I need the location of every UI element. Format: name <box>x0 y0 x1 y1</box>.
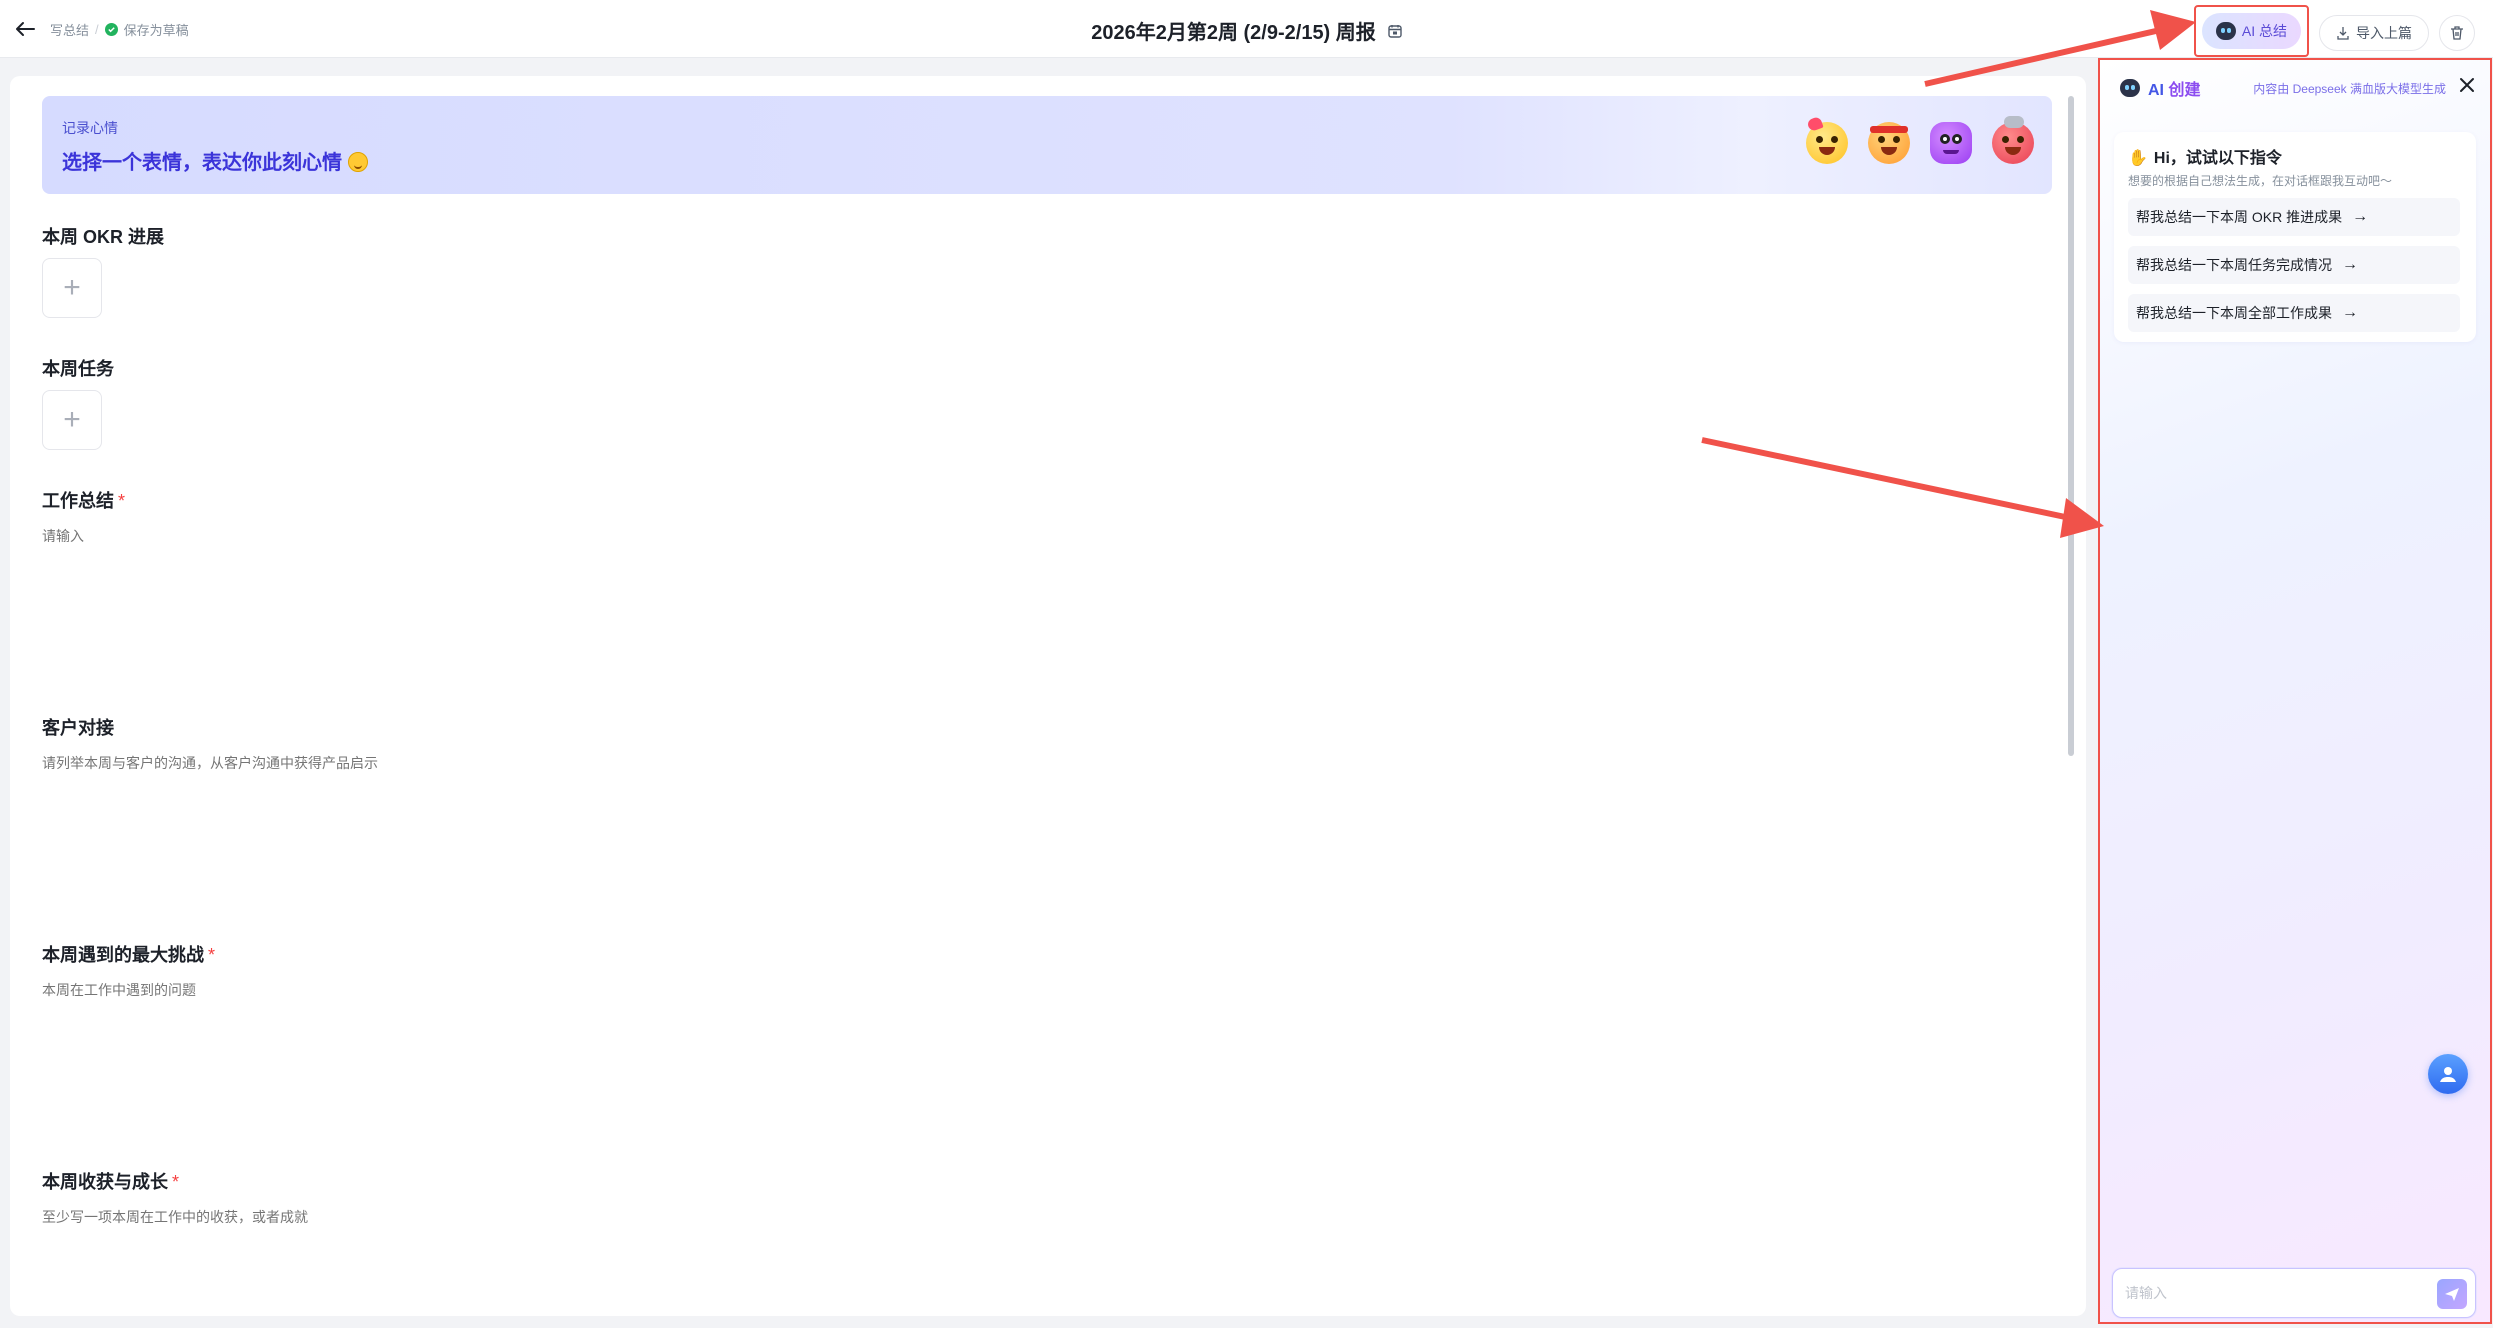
calendar-icon[interactable] <box>1388 24 1402 38</box>
challenge-title-text: 本周遇到的最大挑战 <box>42 945 204 965</box>
ai-panel-title: AI 创建 <box>2148 76 2200 100</box>
challenge-input[interactable] <box>42 980 2042 1130</box>
ai-panel-header: AI 创建 <box>2120 76 2200 100</box>
ai-create-panel: AI 创建 内容由 Deepseek 满血版大模型生成 ✋ Hi，试试以下指令 想… <box>2098 58 2492 1324</box>
smile-emoji-icon <box>348 152 368 172</box>
mood-title-wrap: 选择一个表情，表达你此刻心情 <box>62 146 368 175</box>
arrow-right-icon: → <box>2342 304 2358 321</box>
ai-prompt-label: 帮我总结一下本周 OKR 推进成果 <box>2136 209 2343 225</box>
close-icon[interactable] <box>2456 74 2478 96</box>
wave-hand-icon: ✋ <box>2128 150 2148 167</box>
send-icon <box>2445 1288 2459 1301</box>
mood-banner: 记录心情 选择一个表情，表达你此刻心情 <box>42 96 2052 194</box>
robot-icon <box>2120 79 2140 97</box>
breadcrumb-item[interactable]: 写总结 <box>50 20 89 39</box>
ai-title-prefix: AI <box>2148 82 2164 99</box>
page-title-wrap: 2026年2月第2周 (2/9-2/15) 周报 <box>0 16 2493 45</box>
required-mark: * <box>118 491 126 511</box>
save-status: 保存为草稿 <box>123 23 189 38</box>
required-mark: * <box>208 945 216 965</box>
page-title: 2026年2月第2周 (2/9-2/15) 周报 <box>1091 22 1376 44</box>
delete-button[interactable] <box>2439 15 2475 51</box>
plus-icon: + <box>63 271 81 304</box>
mood-title: 选择一个表情，表达你此刻心情 <box>62 152 342 174</box>
ai-chat-input[interactable] <box>2125 1281 2425 1305</box>
customer-section-title: 客户对接 <box>42 714 114 740</box>
growth-title-text: 本周收获与成长 <box>42 1172 168 1192</box>
ai-greeting-wrap: ✋ Hi，试试以下指令 <box>2128 144 2282 168</box>
okr-title-text: 本周 OKR 进展 <box>42 227 165 247</box>
ai-suggestion-card: ✋ Hi，试试以下指令 想要的根据自己想法生成，在对话框跟我互动吧～ 帮我总结一下… <box>2114 132 2476 342</box>
add-okr-button[interactable]: + <box>42 258 102 318</box>
growth-section-title: 本周收获与成长 * <box>42 1168 179 1194</box>
ai-summary-label: AI 总结 <box>2241 23 2287 39</box>
ai-greeting: Hi，试试以下指令 <box>2153 150 2282 167</box>
summary-input[interactable] <box>42 526 2042 676</box>
summary-title-text: 工作总结 <box>42 491 114 511</box>
breadcrumb-separator: / <box>95 22 99 37</box>
challenge-section-title: 本周遇到的最大挑战 * <box>42 941 215 967</box>
header-actions: AI 总结 导入上篇 <box>2193 5 2475 57</box>
ai-chat-input-box <box>2112 1268 2476 1318</box>
import-label: 导入上篇 <box>2356 25 2412 41</box>
purple-face-icon[interactable] <box>1930 122 1972 164</box>
add-task-button[interactable]: + <box>42 390 102 450</box>
love-face-icon[interactable] <box>1806 115 1848 164</box>
growth-input[interactable] <box>42 1207 2042 1307</box>
trash-icon <box>2451 26 2463 40</box>
mad-face-icon[interactable] <box>1992 116 2034 164</box>
mood-label: 记录心情 <box>62 120 118 136</box>
ai-prompt-okr[interactable]: 帮我总结一下本周 OKR 推进成果 → <box>2128 198 2460 236</box>
send-button[interactable] <box>2437 1279 2467 1309</box>
editor-scrollbar[interactable] <box>2068 96 2074 756</box>
ai-summary-highlight: AI 总结 <box>2193 5 2309 57</box>
ai-prompt-label: 帮我总结一下本周任务完成情况 <box>2136 257 2332 273</box>
summary-section-title: 工作总结 * <box>42 487 125 513</box>
robot-icon <box>2215 22 2236 40</box>
ai-subtitle: 想要的根据自己想法生成，在对话框跟我互动吧～ <box>2128 174 2393 188</box>
import-previous-button[interactable]: 导入上篇 <box>2319 15 2429 51</box>
mood-face-list <box>1806 115 2034 164</box>
import-icon <box>2337 27 2349 40</box>
arrow-right-icon: → <box>2342 256 2358 273</box>
tasks-section-title: 本周任务 <box>42 355 114 381</box>
top-header: 写总结 / 保存为草稿 2026年2月第2周 (2/9-2/15) 周报 AI … <box>0 0 2493 58</box>
assistant-avatar-button[interactable] <box>2428 1054 2468 1094</box>
ai-title-suffix: 创建 <box>2168 82 2201 99</box>
angry-face-icon[interactable] <box>1868 122 1910 164</box>
ai-prompt-all[interactable]: 帮我总结一下本周全部工作成果 → <box>2128 294 2460 332</box>
okr-section-title: 本周 OKR 进展 <box>42 223 164 249</box>
plus-icon: + <box>63 403 81 436</box>
required-mark: * <box>172 1172 180 1192</box>
arrow-right-icon: → <box>2352 208 2369 225</box>
customer-title-text: 客户对接 <box>42 718 114 738</box>
user-avatar-icon <box>2440 1067 2456 1082</box>
ai-prompt-label: 帮我总结一下本周全部工作成果 <box>2136 305 2332 321</box>
customer-input[interactable] <box>42 753 2042 903</box>
tasks-title-text: 本周任务 <box>42 359 114 379</box>
breadcrumb: 写总结 / 保存为草稿 <box>50 20 189 39</box>
report-editor: 记录心情 选择一个表情，表达你此刻心情 本周 OKR 进展 + 本周任务 + 工… <box>10 76 2086 1316</box>
back-arrow-icon[interactable] <box>12 16 38 42</box>
ai-summary-button[interactable]: AI 总结 <box>2201 13 2301 49</box>
ai-prompt-tasks[interactable]: 帮我总结一下本周任务完成情况 → <box>2128 246 2460 284</box>
check-circle-icon <box>104 23 118 36</box>
ai-source-note: 内容由 Deepseek 满血版大模型生成 <box>2253 82 2446 96</box>
